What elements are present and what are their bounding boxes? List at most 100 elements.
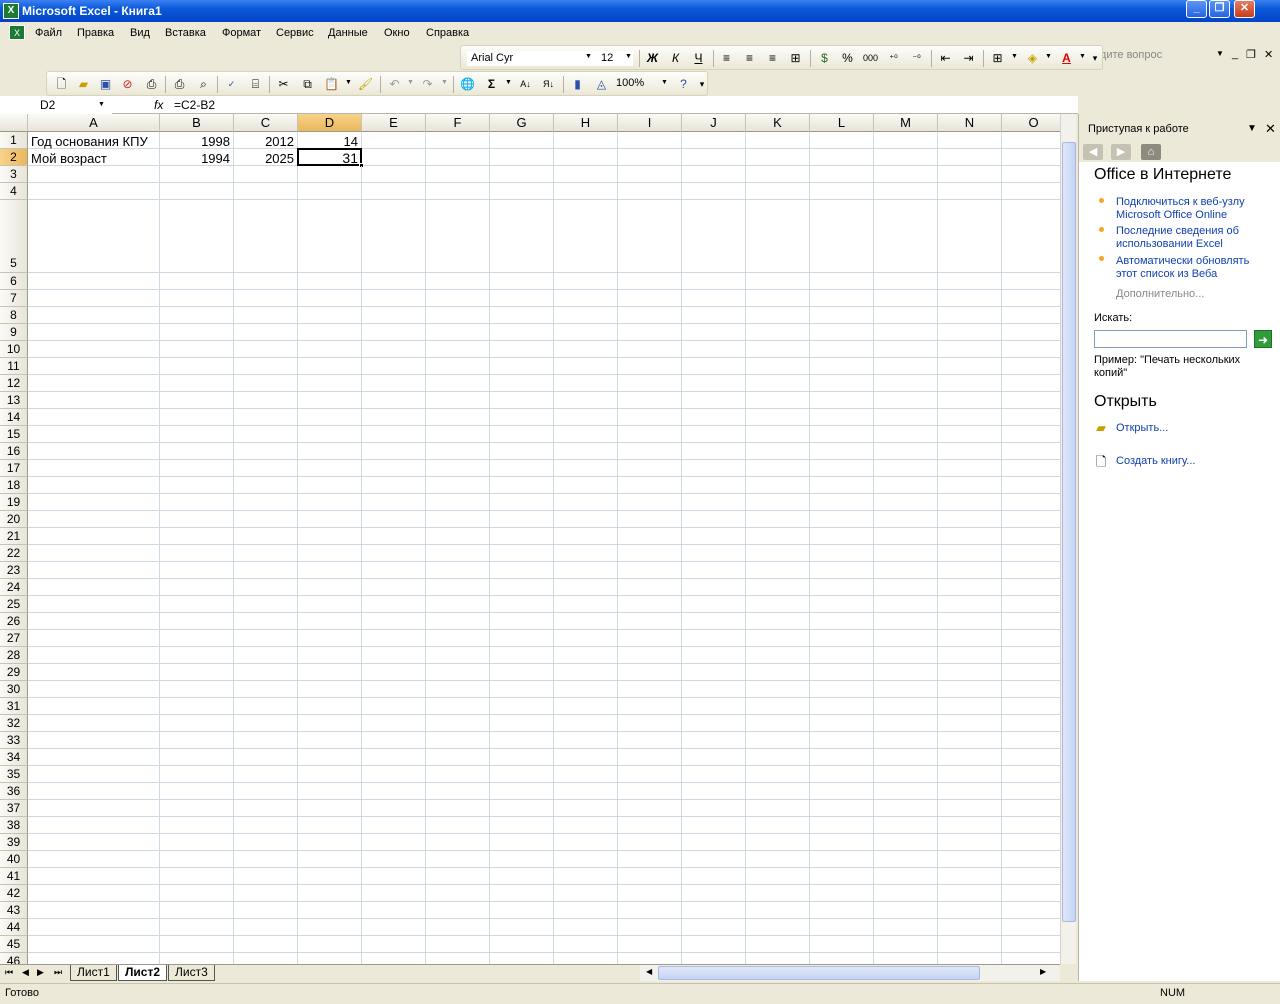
cell-M42[interactable] [874, 885, 938, 902]
cell-B45[interactable] [160, 936, 234, 953]
cell-L15[interactable] [810, 426, 874, 443]
cell-H43[interactable] [554, 902, 618, 919]
cell-F32[interactable] [426, 715, 490, 732]
cell-K23[interactable] [746, 562, 810, 579]
cell-N18[interactable] [938, 477, 1002, 494]
cell-N25[interactable] [938, 596, 1002, 613]
cell-A20[interactable] [28, 511, 160, 528]
cell-D36[interactable] [298, 783, 362, 800]
close-button[interactable]: ✕ [1234, 0, 1255, 18]
sheet-tab-2[interactable]: Лист2 [118, 965, 168, 981]
cell-A41[interactable] [28, 868, 160, 885]
cell-M10[interactable] [874, 341, 938, 358]
cell-G24[interactable] [490, 579, 554, 596]
cell-O2[interactable] [1002, 149, 1060, 166]
cell-D5[interactable] [298, 200, 362, 273]
cell-N5[interactable] [938, 200, 1002, 273]
cell-F2[interactable] [426, 149, 490, 166]
row-header-12[interactable]: 12 [0, 375, 28, 392]
cell-B14[interactable] [160, 409, 234, 426]
row-header-39[interactable]: 39 [0, 834, 28, 851]
cell-L16[interactable] [810, 443, 874, 460]
row-header-42[interactable]: 42 [0, 885, 28, 902]
cell-K38[interactable] [746, 817, 810, 834]
cell-I31[interactable] [618, 698, 682, 715]
cell-L42[interactable] [810, 885, 874, 902]
cell-K25[interactable] [746, 596, 810, 613]
cell-D34[interactable] [298, 749, 362, 766]
cell-G35[interactable] [490, 766, 554, 783]
cell-N37[interactable] [938, 800, 1002, 817]
cell-K43[interactable] [746, 902, 810, 919]
cell-M26[interactable] [874, 613, 938, 630]
drawing-icon[interactable]: ◬ [593, 76, 610, 92]
search-input[interactable] [1094, 330, 1247, 348]
cell-O30[interactable] [1002, 681, 1060, 698]
cell-E4[interactable] [362, 183, 426, 200]
cell-E27[interactable] [362, 630, 426, 647]
task-pane-menu-icon[interactable]: ▼ [1247, 123, 1257, 134]
cell-I46[interactable] [618, 953, 682, 964]
research-icon[interactable]: ⌸ [247, 76, 264, 92]
cell-I35[interactable] [618, 766, 682, 783]
cell-H46[interactable] [554, 953, 618, 964]
cell-C12[interactable] [234, 375, 298, 392]
cell-H30[interactable] [554, 681, 618, 698]
cell-H18[interactable] [554, 477, 618, 494]
cell-O40[interactable] [1002, 851, 1060, 868]
cell-O37[interactable] [1002, 800, 1060, 817]
cell-G9[interactable] [490, 324, 554, 341]
cell-E19[interactable] [362, 494, 426, 511]
cell-G8[interactable] [490, 307, 554, 324]
cell-F42[interactable] [426, 885, 490, 902]
cell-F31[interactable] [426, 698, 490, 715]
cell-J43[interactable] [682, 902, 746, 919]
cell-E7[interactable] [362, 290, 426, 307]
cell-L12[interactable] [810, 375, 874, 392]
cell-N3[interactable] [938, 166, 1002, 183]
cell-L39[interactable] [810, 834, 874, 851]
cell-L26[interactable] [810, 613, 874, 630]
cell-D33[interactable] [298, 732, 362, 749]
link-auto-update[interactable]: Автоматически обновлять этот список из В… [1116, 255, 1266, 281]
toolbar-options-icon[interactable]: ▾ [1089, 50, 1101, 66]
cell-K21[interactable] [746, 528, 810, 545]
cell-A35[interactable] [28, 766, 160, 783]
cell-O17[interactable] [1002, 460, 1060, 477]
cell-G13[interactable] [490, 392, 554, 409]
decrease-decimal-icon[interactable]: ⁻⁰ [908, 50, 925, 66]
size-dropdown-arrow-icon[interactable]: ▼ [625, 53, 632, 60]
borders-icon[interactable]: ⊞ [989, 50, 1006, 66]
cell-G36[interactable] [490, 783, 554, 800]
prev-sheet-icon[interactable]: ◀ [22, 967, 29, 978]
cell-J30[interactable] [682, 681, 746, 698]
cell-I23[interactable] [618, 562, 682, 579]
cell-C13[interactable] [234, 392, 298, 409]
back-icon[interactable]: ◀ [1083, 144, 1103, 160]
cell-N17[interactable] [938, 460, 1002, 477]
cell-I3[interactable] [618, 166, 682, 183]
cell-M11[interactable] [874, 358, 938, 375]
cell-G41[interactable] [490, 868, 554, 885]
cell-J2[interactable] [682, 149, 746, 166]
cell-B16[interactable] [160, 443, 234, 460]
cell-B11[interactable] [160, 358, 234, 375]
cell-N13[interactable] [938, 392, 1002, 409]
cell-F11[interactable] [426, 358, 490, 375]
cell-M6[interactable] [874, 273, 938, 290]
cell-K32[interactable] [746, 715, 810, 732]
cell-L35[interactable] [810, 766, 874, 783]
cell-J45[interactable] [682, 936, 746, 953]
cell-A44[interactable] [28, 919, 160, 936]
cell-C7[interactable] [234, 290, 298, 307]
cell-K2[interactable] [746, 149, 810, 166]
cell-O13[interactable] [1002, 392, 1060, 409]
cell-H12[interactable] [554, 375, 618, 392]
cell-D28[interactable] [298, 647, 362, 664]
cell-N34[interactable] [938, 749, 1002, 766]
cell-I11[interactable] [618, 358, 682, 375]
cell-I20[interactable] [618, 511, 682, 528]
cell-C10[interactable] [234, 341, 298, 358]
cell-G33[interactable] [490, 732, 554, 749]
cell-C46[interactable] [234, 953, 298, 964]
